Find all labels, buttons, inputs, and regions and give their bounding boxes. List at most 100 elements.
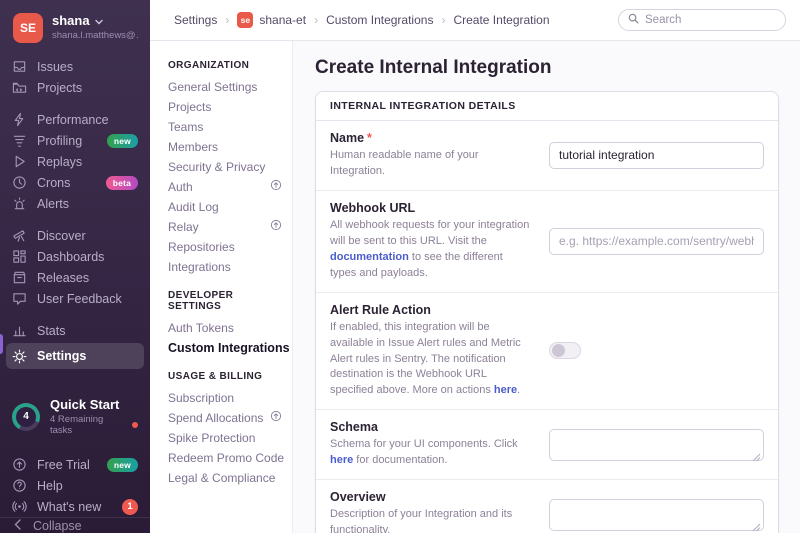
nav-item-spike-protection[interactable]: Spike Protection: [168, 428, 282, 448]
breadcrumb-org[interactable]: se shana-et: [237, 12, 306, 28]
overview-textarea[interactable]: [549, 499, 764, 531]
breadcrumb-org-label: shana-et: [259, 13, 306, 27]
sidebar-item-performance[interactable]: Performance: [0, 109, 150, 130]
sidebar-item-issues[interactable]: Issues: [0, 56, 150, 77]
breadcrumb-settings[interactable]: Settings: [174, 13, 217, 27]
sidebar-item-free-trial[interactable]: Free Trial new: [0, 454, 150, 475]
breadcrumb-create-integration: Create Integration: [453, 13, 549, 27]
stats-icon: [12, 323, 27, 338]
documentation-link[interactable]: documentation: [330, 251, 409, 263]
schema-textarea[interactable]: [549, 429, 764, 461]
replays-icon: [12, 154, 27, 169]
nav-item-custom-integrations[interactable]: Custom Integrations: [168, 338, 282, 358]
sidebar-item-help[interactable]: Help: [0, 475, 150, 496]
global-search[interactable]: [618, 9, 786, 31]
sidebar-item-label: Crons: [37, 176, 70, 190]
nav-item-security-privacy[interactable]: Security & Privacy: [168, 157, 282, 177]
crons-icon: [12, 175, 27, 190]
releases-icon: [12, 270, 27, 285]
here-link[interactable]: here: [330, 454, 353, 466]
settings-gear-icon: [12, 349, 27, 364]
sidebar-item-profiling[interactable]: Profiling new: [0, 130, 150, 151]
sidebar-item-label: Settings: [37, 349, 86, 363]
user-email: shana.l.matthews@…: [52, 30, 140, 41]
upsell-icon: [270, 217, 282, 237]
sidebar-item-settings[interactable]: Settings: [6, 343, 144, 369]
org-avatar: se: [237, 12, 253, 28]
nav-heading-organization: ORGANIZATION: [168, 60, 282, 71]
sidebar-item-whats-new[interactable]: What's new 1: [0, 496, 150, 517]
sidebar-item-label: Replays: [37, 155, 82, 169]
quick-start-count: 4: [16, 407, 36, 427]
resize-handle-icon[interactable]: [752, 449, 761, 458]
nav-item-auth-tokens[interactable]: Auth Tokens: [168, 318, 282, 338]
performance-icon: [12, 112, 27, 127]
schema-help: Schema for your UI components. Click her…: [330, 437, 531, 469]
nav-item-projects[interactable]: Projects: [168, 97, 282, 117]
sidebar-item-replays[interactable]: Replays: [0, 151, 150, 172]
breadcrumb: Settings › se shana-et › Custom Integrat…: [174, 12, 550, 28]
webhook-url-label: Webhook URL: [330, 201, 531, 215]
sidebar-item-label: Projects: [37, 81, 82, 95]
user-feedback-icon: [12, 291, 27, 306]
nav-item-repositories[interactable]: Repositories: [168, 237, 282, 257]
sidebar-collapse-button[interactable]: Collapse: [0, 517, 150, 533]
nav-item-general-settings[interactable]: General Settings: [168, 77, 282, 97]
issues-icon: [12, 59, 27, 74]
upsell-icon: [270, 408, 282, 428]
sidebar-item-label: Dashboards: [37, 250, 104, 264]
sidebar-item-releases[interactable]: Releases: [0, 267, 150, 288]
quick-start[interactable]: 4 Quick Start 4 Remaining tasks: [0, 397, 150, 436]
breadcrumb-custom-integrations[interactable]: Custom Integrations: [326, 13, 433, 27]
alert-rule-action-toggle[interactable]: [549, 342, 581, 359]
user-name: shana: [52, 13, 90, 28]
sidebar-item-label: Help: [37, 479, 63, 493]
sidebar-item-label: What's new: [37, 500, 101, 514]
sidebar-item-crons[interactable]: Crons beta: [0, 172, 150, 193]
nav-item-audit-log[interactable]: Audit Log: [168, 197, 282, 217]
here-link[interactable]: here: [494, 384, 517, 396]
resize-handle-icon[interactable]: [752, 519, 761, 528]
discover-icon: [12, 228, 27, 243]
profiling-icon: [12, 133, 27, 148]
nav-item-auth[interactable]: Auth: [168, 177, 282, 197]
nav-item-subscription[interactable]: Subscription: [168, 388, 282, 408]
toggle-knob: [552, 344, 565, 357]
nav-heading-usage-billing: USAGE & BILLING: [168, 371, 282, 382]
nav-item-legal-compliance[interactable]: Legal & Compliance: [168, 468, 282, 488]
chevron-down-icon: [95, 13, 103, 28]
user-menu[interactable]: SE shana shana.l.matthews@…: [0, 0, 150, 43]
nav-item-members[interactable]: Members: [168, 137, 282, 157]
quick-start-title: Quick Start: [50, 397, 138, 412]
alert-rule-action-label: Alert Rule Action: [330, 303, 531, 317]
sidebar-item-dashboards[interactable]: Dashboards: [0, 246, 150, 267]
nav-item-redeem-promo-code[interactable]: Redeem Promo Code: [168, 448, 282, 468]
sidebar-item-label: Alerts: [37, 197, 69, 211]
nav-item-teams[interactable]: Teams: [168, 117, 282, 137]
alert-rule-action-field-row: Alert Rule Action If enabled, this integ…: [316, 293, 778, 411]
upsell-icon: [270, 177, 282, 197]
upgrade-arrow-icon: [12, 457, 27, 472]
nav-item-relay[interactable]: Relay: [168, 217, 282, 237]
nav-heading-developer-settings: DEVELOPER SETTINGS: [168, 290, 282, 312]
main-content: Create Internal Integration INTERNAL INT…: [293, 41, 800, 533]
sidebar-item-discover[interactable]: Discover: [0, 225, 150, 246]
sidebar-item-label: Discover: [37, 229, 86, 243]
nav-item-integrations[interactable]: Integrations: [168, 257, 282, 277]
name-input[interactable]: [549, 142, 764, 169]
sidebar-item-alerts[interactable]: Alerts: [0, 193, 150, 214]
primary-sidebar: SE shana shana.l.matthews@… Issues Proje…: [0, 0, 150, 533]
required-asterisk: *: [367, 131, 372, 145]
nav-item-spend-allocations[interactable]: Spend Allocations: [168, 408, 282, 428]
sidebar-item-projects[interactable]: Projects: [0, 77, 150, 98]
webhook-url-input[interactable]: [549, 228, 764, 255]
sidebar-item-stats[interactable]: Stats: [0, 320, 150, 341]
alert-rule-action-help: If enabled, this integration will be ava…: [330, 320, 531, 400]
new-badge: new: [107, 134, 138, 148]
user-avatar[interactable]: SE: [13, 13, 43, 43]
whats-new-count-badge: 1: [122, 499, 138, 515]
overview-help: Description of your Integration and its …: [330, 507, 531, 533]
sidebar-item-user-feedback[interactable]: User Feedback: [0, 288, 150, 309]
search-input[interactable]: [645, 14, 776, 26]
dashboards-icon: [12, 249, 27, 264]
